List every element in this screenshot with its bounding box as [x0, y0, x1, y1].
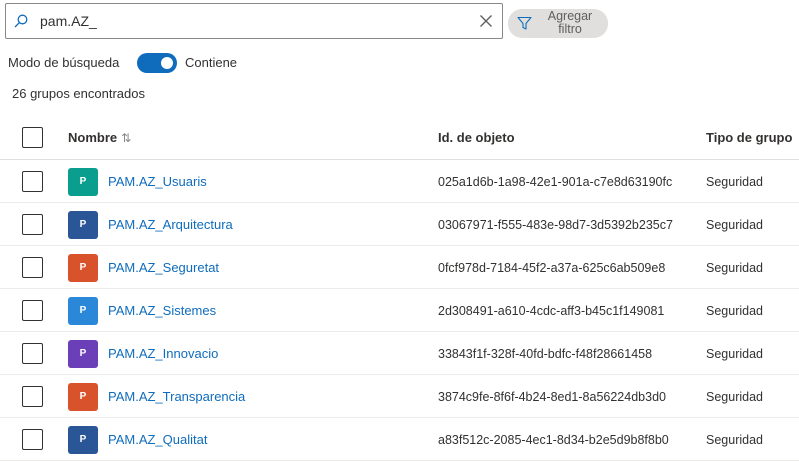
table-row[interactable]: P PAM.AZ_Qualitat a83f512c-2085-4ec1-8d34-…: [0, 418, 799, 461]
group-avatar: P: [68, 168, 98, 196]
table-row[interactable]: P PAM.AZ_Arquitectura 03067971-f555-483e-9…: [0, 203, 799, 246]
group-name-link[interactable]: PAM.AZ_Transparencia: [108, 389, 245, 404]
row-checkbox[interactable]: [22, 214, 43, 235]
group-type: Seguridad: [706, 433, 763, 447]
group-name-link[interactable]: PAM.AZ_Sistemes: [108, 303, 216, 318]
table-row[interactable]: P PAM.AZ_Seguretat 0fcf978d-7184-45f2-a37a…: [0, 246, 799, 289]
group-type: Seguridad: [706, 218, 763, 232]
search-input[interactable]: pam.AZ_: [40, 13, 97, 29]
group-name-link[interactable]: PAM.AZ_Seguretat: [108, 260, 219, 275]
close-icon[interactable]: [479, 14, 493, 28]
group-type: Seguridad: [706, 347, 763, 361]
table-row[interactable]: P PAM.AZ_Innovacio 33843f1f-328f-40fd-bdfc…: [0, 332, 799, 375]
table-header: Nombre ⇅ Id. de objeto Tipo de grupo: [0, 116, 799, 160]
table-row[interactable]: P PAM.AZ_Usuaris 025a1d6b-1a98-42e1-901a-c…: [0, 160, 799, 203]
table-row[interactable]: P PAM.AZ_Sistemes 2d308491-a610-4cdc-aff3-…: [0, 289, 799, 332]
group-type: Seguridad: [706, 304, 763, 318]
search-mode-toggle[interactable]: [137, 53, 177, 73]
group-avatar: P: [68, 383, 98, 411]
search-icon: [14, 14, 28, 28]
group-type: Seguridad: [706, 390, 763, 404]
group-name-link[interactable]: PAM.AZ_Usuaris: [108, 174, 207, 189]
column-header-object-id: Id. de objeto: [438, 130, 515, 145]
group-type: Seguridad: [706, 175, 763, 189]
group-avatar: P: [68, 340, 98, 368]
select-all-checkbox[interactable]: [22, 127, 43, 148]
object-id: a83f512c-2085-4ec1-8d34-b2e5d9b8f8b0: [438, 433, 669, 447]
search-mode-value: Contiene: [185, 55, 238, 70]
group-name-link[interactable]: PAM.AZ_Qualitat: [108, 432, 207, 447]
group-name-link[interactable]: PAM.AZ_Arquitectura: [108, 217, 233, 232]
group-type: Seguridad: [706, 261, 763, 275]
row-checkbox[interactable]: [22, 171, 43, 192]
row-checkbox[interactable]: [22, 386, 43, 407]
column-header-group-type: Tipo de grupo: [706, 130, 793, 145]
object-id: 33843f1f-328f-40fd-bdfc-f48f28661458: [438, 347, 653, 361]
group-avatar: P: [68, 297, 98, 325]
object-id: 03067971-f555-483e-98d7-3d5392b235c7: [438, 218, 673, 232]
row-checkbox[interactable]: [22, 300, 43, 321]
table-row[interactable]: P PAM.AZ_Transparencia 3874c9fe-8f6f-4b24-…: [0, 375, 799, 418]
object-id: 025a1d6b-1a98-42e1-901a-c7e8d63190fc: [438, 175, 673, 189]
group-name-link[interactable]: PAM.AZ_Innovacio: [108, 346, 218, 361]
column-header-name[interactable]: Nombre ⇅: [68, 130, 131, 145]
filter-icon: [517, 16, 532, 30]
search-mode-label: Modo de búsqueda: [8, 55, 120, 70]
column-header-name-label: Nombre: [68, 130, 118, 145]
object-id: 2d308491-a610-4cdc-aff3-b45c1f149081: [438, 304, 665, 318]
toggle-knob: [161, 57, 173, 69]
add-filter-label: Agregar filtro: [547, 9, 593, 36]
row-checkbox[interactable]: [22, 343, 43, 364]
object-id: 0fcf978d-7184-45f2-a37a-625c6ab509e8: [438, 261, 666, 275]
add-filter-button[interactable]: Agregar filtro: [508, 9, 608, 38]
row-checkbox[interactable]: [22, 257, 43, 278]
group-avatar: P: [68, 211, 98, 239]
object-id: 3874c9fe-8f6f-4b24-8ed1-8a56224db3d0: [438, 390, 666, 404]
sort-icon[interactable]: ⇅: [121, 131, 131, 145]
search-box[interactable]: pam.AZ_: [5, 3, 503, 39]
results-count: 26 grupos encontrados: [12, 86, 145, 101]
row-checkbox[interactable]: [22, 429, 43, 450]
group-avatar: P: [68, 254, 98, 282]
